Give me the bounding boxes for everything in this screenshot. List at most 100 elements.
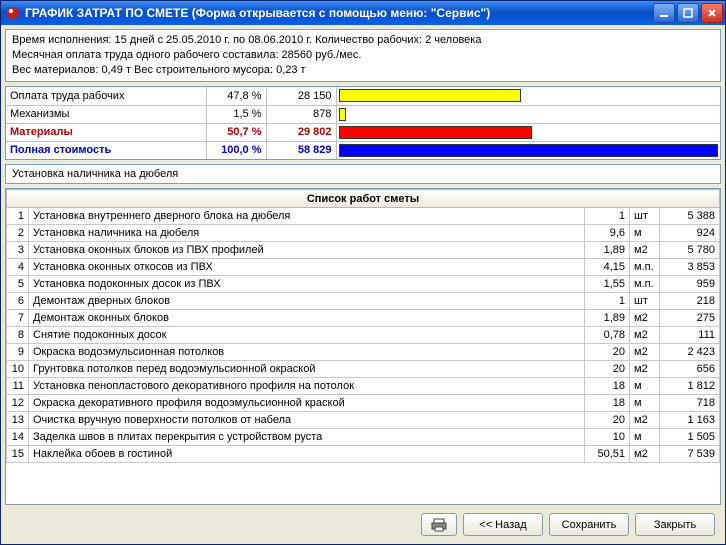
- work-quantity: 4,15: [585, 259, 630, 276]
- work-name: Снятие подоконных досок: [29, 327, 585, 344]
- summary-row: Механизмы1,5 %878: [6, 105, 720, 123]
- works-table: Список работ сметы 1Установка внутреннег…: [6, 189, 720, 463]
- work-quantity: 20: [585, 344, 630, 361]
- info-line: Вес материалов: 0,49 т Вес строительного…: [12, 63, 714, 78]
- work-cost: 111: [660, 327, 720, 344]
- work-cost: 5 780: [660, 242, 720, 259]
- work-unit: м2: [630, 310, 660, 327]
- summary-bar-cell: [336, 105, 720, 123]
- title-bar[interactable]: ГРАФИК ЗАТРАТ ПО СМЕТЕ (Форма открываетс…: [1, 1, 725, 25]
- work-name: Окраска водоэмульсионная потолков: [29, 344, 585, 361]
- work-name: Установка оконных откосов из ПВХ: [29, 259, 585, 276]
- work-unit: шт: [630, 293, 660, 310]
- summary-value: 29 802: [266, 123, 336, 141]
- work-name: Установка пенопластового декоративного п…: [29, 378, 585, 395]
- summary-row: Оплата труда рабочих47,8 %28 150: [6, 87, 720, 105]
- summary-row: Полная стоимость100,0 %58 829: [6, 141, 720, 159]
- work-index: 10: [7, 361, 29, 378]
- work-quantity: 10: [585, 429, 630, 446]
- summary-bar-cell: [336, 123, 720, 141]
- work-cost: 7 539: [660, 446, 720, 463]
- maximize-button[interactable]: [677, 3, 699, 23]
- table-row[interactable]: 7Демонтаж оконных блоков1,89м2275: [7, 310, 720, 327]
- summary-percent: 47,8 %: [206, 87, 266, 105]
- work-index: 4: [7, 259, 29, 276]
- button-bar: << Назад Сохранить Закрыть: [5, 509, 721, 540]
- work-quantity: 1: [585, 293, 630, 310]
- work-unit: м: [630, 429, 660, 446]
- work-index: 13: [7, 412, 29, 429]
- save-button[interactable]: Сохранить: [549, 513, 629, 536]
- work-unit: м2: [630, 242, 660, 259]
- work-unit: шт: [630, 208, 660, 225]
- summary-percent: 100,0 %: [206, 141, 266, 159]
- work-unit: м2: [630, 412, 660, 429]
- work-cost: 275: [660, 310, 720, 327]
- table-row[interactable]: 11Установка пенопластового декоративного…: [7, 378, 720, 395]
- summary-value: 28 150: [266, 87, 336, 105]
- table-row[interactable]: 12Окраска декоративного профиля водоэмул…: [7, 395, 720, 412]
- work-quantity: 9,6: [585, 225, 630, 242]
- table-row[interactable]: 9Окраска водоэмульсионная потолков20м22 …: [7, 344, 720, 361]
- works-table-container[interactable]: Список работ сметы 1Установка внутреннег…: [5, 188, 721, 505]
- info-panel: Время исполнения: 15 дней с 25.05.2010 г…: [5, 29, 721, 82]
- summary-bar-cell: [336, 87, 720, 105]
- work-quantity: 20: [585, 361, 630, 378]
- info-line: Месячная оплата труда одного рабочего со…: [12, 48, 714, 63]
- summary-bar: [339, 108, 347, 121]
- work-index: 9: [7, 344, 29, 361]
- back-button[interactable]: << Назад: [463, 513, 543, 536]
- minimize-button[interactable]: [653, 3, 675, 23]
- info-line: Время исполнения: 15 дней с 25.05.2010 г…: [12, 33, 714, 48]
- work-index: 2: [7, 225, 29, 242]
- work-cost: 924: [660, 225, 720, 242]
- work-cost: 1 163: [660, 412, 720, 429]
- print-button[interactable]: [421, 513, 457, 536]
- work-unit: м.п.: [630, 276, 660, 293]
- work-quantity: 18: [585, 378, 630, 395]
- work-name: Заделка швов в плитах перекрытия с устро…: [29, 429, 585, 446]
- work-index: 3: [7, 242, 29, 259]
- app-icon: [5, 5, 21, 21]
- close-button-footer[interactable]: Закрыть: [635, 513, 715, 536]
- table-row[interactable]: 5Установка подоконных досок из ПВХ1,55м.…: [7, 276, 720, 293]
- summary-value: 58 829: [266, 141, 336, 159]
- work-quantity: 1,89: [585, 242, 630, 259]
- work-cost: 218: [660, 293, 720, 310]
- work-name: Установка подоконных досок из ПВХ: [29, 276, 585, 293]
- summary-bar: [339, 89, 521, 102]
- work-cost: 2 423: [660, 344, 720, 361]
- table-row[interactable]: 3Установка оконных блоков из ПВХ профиле…: [7, 242, 720, 259]
- close-button[interactable]: [701, 3, 723, 23]
- work-quantity: 1: [585, 208, 630, 225]
- work-cost: 959: [660, 276, 720, 293]
- table-row[interactable]: 15Наклейка обоев в гостиной50,51м27 539: [7, 446, 720, 463]
- table-row[interactable]: 4Установка оконных откосов из ПВХ4,15м.п…: [7, 259, 720, 276]
- summary-bar-cell: [336, 141, 720, 159]
- work-name: Установка внутреннего дверного блока на …: [29, 208, 585, 225]
- work-cost: 5 388: [660, 208, 720, 225]
- work-cost: 1 812: [660, 378, 720, 395]
- work-unit: м.п.: [630, 259, 660, 276]
- summary-bar: [339, 126, 533, 139]
- table-row[interactable]: 10Грунтовка потолков перед водоэмульсион…: [7, 361, 720, 378]
- work-name: Наклейка обоев в гостиной: [29, 446, 585, 463]
- table-row[interactable]: 1Установка внутреннего дверного блока на…: [7, 208, 720, 225]
- work-name: Демонтаж оконных блоков: [29, 310, 585, 327]
- table-row[interactable]: 6Демонтаж дверных блоков1шт218: [7, 293, 720, 310]
- work-unit: м2: [630, 361, 660, 378]
- table-row[interactable]: 14Заделка швов в плитах перекрытия с уст…: [7, 429, 720, 446]
- window-title: ГРАФИК ЗАТРАТ ПО СМЕТЕ (Форма открываетс…: [25, 6, 653, 20]
- table-row[interactable]: 8Снятие подоконных досок0,78м2111: [7, 327, 720, 344]
- table-row[interactable]: 2Установка наличника на дюбеля9,6м924: [7, 225, 720, 242]
- table-row[interactable]: 13Очистка вручную поверхности потолков о…: [7, 412, 720, 429]
- work-quantity: 20: [585, 412, 630, 429]
- work-index: 5: [7, 276, 29, 293]
- work-index: 8: [7, 327, 29, 344]
- window-buttons: [653, 3, 723, 23]
- work-cost: 1 505: [660, 429, 720, 446]
- work-quantity: 1,89: [585, 310, 630, 327]
- work-unit: м: [630, 225, 660, 242]
- work-cost: 718: [660, 395, 720, 412]
- work-unit: м: [630, 378, 660, 395]
